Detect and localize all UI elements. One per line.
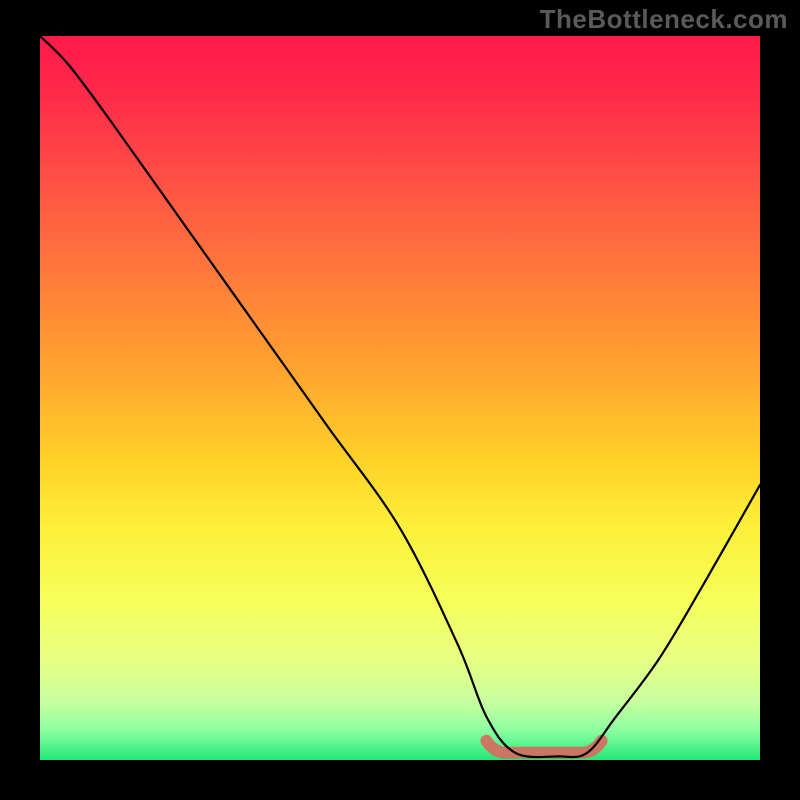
chart-frame: TheBottleneck.com <box>0 0 800 800</box>
bottleneck-curve <box>40 36 760 757</box>
chart-overlay <box>40 36 760 760</box>
watermark-text: TheBottleneck.com <box>540 4 788 35</box>
plot-area <box>40 36 760 760</box>
